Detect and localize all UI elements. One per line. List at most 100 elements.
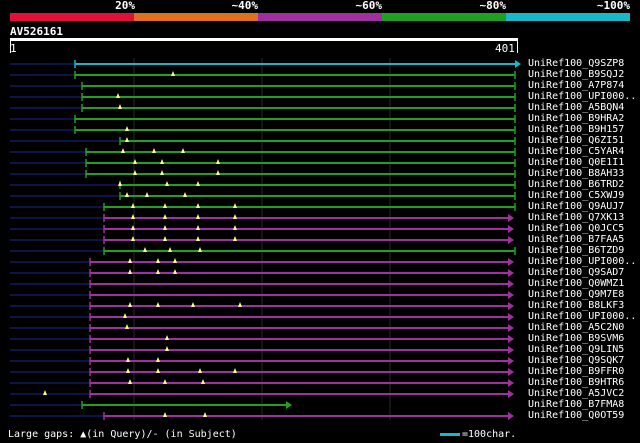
query-gap-marker — [173, 269, 177, 274]
query-gap-marker — [203, 412, 207, 417]
scale-legend: =100char. — [440, 429, 516, 440]
hit-label[interactable]: UniRef100_Q9M7E8 — [528, 290, 624, 300]
query-gap-marker — [128, 302, 132, 307]
query-gap-marker — [233, 368, 237, 373]
alignment-arrow — [508, 269, 514, 277]
hit-label[interactable]: UniRef100_UPI000.. — [528, 92, 636, 102]
hit-label[interactable]: UniRef100_Q0JCC5 — [528, 224, 624, 234]
hit-label[interactable]: UniRef100_B9SQJ2 — [528, 70, 624, 80]
hit-label[interactable]: UniRef100_Q9SZP8 — [528, 59, 624, 69]
query-gap-marker — [118, 181, 122, 186]
query-gap-marker — [156, 368, 160, 373]
query-gap-marker — [198, 368, 202, 373]
alignment-arrow — [508, 357, 514, 365]
hit-label[interactable]: UniRef100_C5YAR4 — [528, 147, 624, 157]
hit-label[interactable]: UniRef100_B8LKF3 — [528, 301, 624, 311]
query-gap-marker — [125, 324, 129, 329]
query-gap-marker — [165, 181, 169, 186]
query-gap-marker — [196, 214, 200, 219]
alignment-arrow — [508, 324, 514, 332]
query-gap-marker — [125, 192, 129, 197]
query-gap-marker — [143, 247, 147, 252]
gap-legend: Large gaps: ▲(in Query)/- (in Subject) — [8, 429, 237, 440]
hit-label[interactable]: UniRef100_Q9LIN5 — [528, 345, 624, 355]
hit-label[interactable]: UniRef100_A5C2N0 — [528, 323, 624, 333]
query-gap-marker — [216, 159, 220, 164]
query-gap-marker — [156, 302, 160, 307]
hit-label[interactable]: UniRef100_Q6ZI51 — [528, 136, 624, 146]
hit-label[interactable]: UniRef100_A5JVC2 — [528, 389, 624, 399]
hit-label[interactable]: UniRef100_B9SVM6 — [528, 334, 624, 344]
scale-line — [440, 432, 460, 436]
hit-label[interactable]: UniRef100_Q9AUJ7 — [528, 202, 624, 212]
hit-label[interactable]: UniRef100_UPI000.. — [528, 257, 636, 267]
query-gap-marker — [163, 236, 167, 241]
query-gap-marker — [163, 225, 167, 230]
query-gap-marker — [198, 247, 202, 252]
hit-label[interactable]: UniRef100_B9HRA2 — [528, 114, 624, 124]
query-gap-marker — [160, 170, 164, 175]
query-gap-marker — [201, 379, 205, 384]
query-gap-marker — [196, 225, 200, 230]
hit-label[interactable]: UniRef100_B9HTR6 — [528, 378, 624, 388]
query-gap-marker — [163, 412, 167, 417]
hit-label[interactable]: UniRef100_UPI000.. — [528, 312, 636, 322]
query-gap-marker — [196, 203, 200, 208]
hit-label[interactable]: UniRef100_C5XWJ9 — [528, 191, 624, 201]
alignment-arrow — [508, 379, 514, 387]
alignment-arrow — [508, 225, 514, 233]
query-gap-marker — [233, 214, 237, 219]
alignment-arrow — [286, 401, 292, 409]
hit-label[interactable]: UniRef100_Q7XK13 — [528, 213, 624, 223]
query-gap-marker — [181, 148, 185, 153]
query-gap-marker — [126, 357, 130, 362]
query-gap-marker — [183, 192, 187, 197]
query-gap-marker — [168, 247, 172, 252]
hit-label[interactable]: UniRef100_Q9SAD7 — [528, 268, 624, 278]
hit-label[interactable]: UniRef100_B7FAA5 — [528, 235, 624, 245]
query-gap-marker — [43, 390, 47, 395]
hit-label[interactable]: UniRef100_A5BQN4 — [528, 103, 624, 113]
query-gap-marker — [128, 258, 132, 263]
query-gap-marker — [233, 203, 237, 208]
query-gap-marker — [160, 159, 164, 164]
query-gap-marker — [145, 192, 149, 197]
query-gap-marker — [118, 104, 122, 109]
alignment-arrow — [508, 313, 514, 321]
query-gap-marker — [171, 71, 175, 76]
hit-label[interactable]: UniRef100_Q0E1I1 — [528, 158, 624, 168]
alignment-arrow — [508, 412, 514, 420]
query-gap-marker — [121, 148, 125, 153]
query-gap-marker — [152, 148, 156, 153]
query-gap-marker — [216, 170, 220, 175]
query-gap-marker — [123, 313, 127, 318]
query-gap-marker — [156, 269, 160, 274]
alignment-arrow — [508, 236, 514, 244]
hit-label[interactable]: UniRef100_B7FMA8 — [528, 400, 624, 410]
hit-label[interactable]: UniRef100_B6TRD2 — [528, 180, 624, 190]
query-gap-marker — [163, 379, 167, 384]
query-gap-marker — [238, 302, 242, 307]
hit-label[interactable]: UniRef100_B9H157 — [528, 125, 624, 135]
query-gap-marker — [233, 236, 237, 241]
alignment-arrow — [508, 302, 514, 310]
hit-label[interactable]: UniRef100_Q0WMZ1 — [528, 279, 624, 289]
query-gap-marker — [165, 346, 169, 351]
query-gap-marker — [125, 137, 129, 142]
hit-label[interactable]: UniRef100_Q0OT59 — [528, 411, 624, 421]
hit-label[interactable]: UniRef100_A7P874 — [528, 81, 624, 91]
alignment-arrow — [508, 214, 514, 222]
alignment-arrow — [515, 60, 521, 68]
query-gap-marker — [125, 126, 129, 131]
query-gap-marker — [128, 379, 132, 384]
query-gap-marker — [156, 258, 160, 263]
query-gap-marker — [196, 236, 200, 241]
query-gap-marker — [191, 302, 195, 307]
hit-label[interactable]: UniRef100_B8AH33 — [528, 169, 624, 179]
scale-label: =100char. — [462, 429, 517, 440]
query-gap-marker — [163, 203, 167, 208]
query-gap-marker — [116, 93, 120, 98]
hit-label[interactable]: UniRef100_B6TZD9 — [528, 246, 624, 256]
hit-label[interactable]: UniRef100_Q9SQK7 — [528, 356, 624, 366]
hit-label[interactable]: UniRef100_B9FFR0 — [528, 367, 624, 377]
